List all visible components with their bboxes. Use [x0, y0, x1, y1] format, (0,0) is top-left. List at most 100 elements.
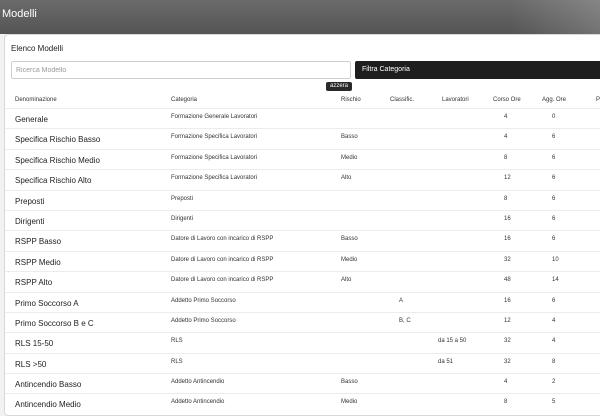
- model-update-hours: 2: [552, 379, 556, 386]
- model-course-hours: 32: [504, 358, 511, 365]
- models-table-body: Generale Formazione Generale Lavoratori 4 0…: [5, 108, 600, 414]
- header-workers[interactable]: Lavoratori: [442, 97, 469, 103]
- reset-button[interactable]: azzera: [326, 82, 353, 91]
- model-category: Addetto Primo Soccorso: [171, 317, 236, 324]
- model-risk: Basso: [341, 236, 358, 243]
- model-category: Formazione Specifica Lavoratori: [171, 134, 258, 141]
- table-row[interactable]: RSPP Medio Datore di Lavoro con incarico …: [5, 250, 600, 271]
- title-bar: Modelli: [0, 0, 600, 34]
- table-row[interactable]: RSPP Basso Datore di Lavoro con incarico …: [5, 230, 600, 250]
- model-category: Formazione Generale Lavoratori: [171, 114, 258, 120]
- model-name: Primo Soccorso A: [15, 298, 79, 308]
- model-update-hours: 6: [552, 195, 556, 202]
- model-category: Datore di Lavoro con incarico di RSPP: [171, 277, 274, 284]
- model-category: Formazione Specifica Lavoratori: [171, 154, 258, 161]
- model-update-hours: 6: [552, 134, 556, 141]
- header-update-hours[interactable]: Agg. Ore: [542, 97, 566, 103]
- model-update-hours: 6: [552, 215, 556, 222]
- model-update-hours: 4: [552, 338, 556, 345]
- model-update-hours: 6: [552, 236, 556, 243]
- model-risk: Medio: [341, 399, 358, 406]
- model-update-hours: 6: [552, 154, 556, 161]
- model-course-hours: 4: [504, 379, 508, 386]
- model-course-hours: 32: [504, 256, 511, 263]
- model-risk: Alto: [341, 175, 352, 182]
- model-workers: da 15 a 50: [438, 338, 467, 345]
- model-update-hours: 10: [552, 256, 559, 263]
- model-workers: da 51: [438, 358, 454, 365]
- model-name: Generale: [15, 115, 48, 124]
- header-course-hours[interactable]: Corso Ore: [493, 97, 521, 103]
- table-row[interactable]: Antincendio Basso Addetto Antincendio Bass…: [5, 373, 600, 393]
- table-row[interactable]: RSPP Alto Datore di Lavoro con incarico d…: [5, 271, 600, 291]
- table-row[interactable]: Primo Soccorso A Addetto Primo Soccorso A 1…: [5, 291, 600, 312]
- table-row[interactable]: Specifica Rischio Basso Formazione Specif…: [5, 128, 600, 148]
- table-header: Denominazione Categoria Rischio Classifi…: [5, 97, 600, 107]
- model-course-hours: 16: [504, 297, 511, 304]
- model-category: Datore di Lavoro con incarico di RSPP: [171, 256, 274, 263]
- model-category: Preposti: [171, 195, 194, 202]
- model-name: Specifica Rischio Medio: [15, 155, 100, 165]
- category-filter-button[interactable]: Filtra Categoria: [355, 61, 600, 79]
- model-category: Formazione Specifica Lavoratori: [171, 175, 258, 182]
- models-panel: Elenco Modelli Filtra Categoria azzera D…: [4, 34, 600, 416]
- model-risk: Basso: [341, 134, 358, 141]
- model-name: RSPP Basso: [15, 237, 62, 247]
- model-update-hours: 8: [552, 358, 556, 365]
- model-risk: Alto: [341, 277, 352, 284]
- panel-title: Elenco Modelli: [11, 44, 64, 53]
- table-row[interactable]: RLS >50 RLS da 51 32 8: [5, 352, 600, 373]
- model-course-hours: 4: [504, 134, 508, 141]
- model-category: RLS: [171, 338, 183, 345]
- model-course-hours: 4: [504, 114, 508, 120]
- model-classification: A: [399, 297, 404, 304]
- model-course-hours: 8: [504, 195, 508, 202]
- table-row[interactable]: Generale Formazione Generale Lavoratori 4 0: [5, 108, 600, 128]
- search-input[interactable]: [11, 61, 351, 79]
- model-risk: Medio: [341, 154, 358, 161]
- model-risk: Medio: [341, 256, 358, 263]
- header-p[interactable]: P: [596, 97, 600, 103]
- header-name[interactable]: Denominazione: [15, 97, 57, 103]
- table-row[interactable]: RLS 15-50 RLS da 15 a 50 32 4: [5, 332, 600, 352]
- model-course-hours: 12: [504, 175, 511, 182]
- table-row[interactable]: Specifica Rischio Alto Formazione Specifi…: [5, 169, 600, 189]
- model-course-hours: 8: [504, 154, 508, 161]
- model-update-hours: 0: [552, 114, 556, 120]
- model-classification: B, C: [399, 317, 411, 324]
- model-name: RLS 15-50: [15, 339, 54, 349]
- model-category: Addetto Antincendio: [171, 399, 225, 406]
- table-row[interactable]: Primo Soccorso B e C Addetto Primo Soccor…: [5, 311, 600, 332]
- model-category: Datore di Lavoro con incarico di RSPP: [171, 236, 274, 243]
- model-update-hours: 4: [552, 317, 556, 324]
- model-name: Antincendio Medio: [15, 400, 81, 410]
- model-category: Addetto Antincendio: [171, 379, 225, 386]
- model-course-hours: 48: [504, 277, 511, 284]
- model-course-hours: 32: [504, 338, 511, 345]
- model-name: Preposti: [15, 196, 45, 206]
- table-row[interactable]: Preposti Preposti 8 6: [5, 189, 600, 210]
- model-name: Antincendio Basso: [15, 380, 82, 390]
- header-category[interactable]: Categoria: [171, 97, 197, 103]
- model-course-hours: 16: [504, 215, 511, 222]
- model-category: Addetto Primo Soccorso: [171, 297, 236, 304]
- model-course-hours: 16: [504, 236, 511, 243]
- model-risk: Basso: [341, 379, 358, 386]
- header-classification[interactable]: Classific.: [390, 97, 414, 103]
- title-bar-highlight: [510, 0, 600, 34]
- model-name: Specifica Rischio Basso: [15, 135, 101, 145]
- header-risk[interactable]: Rischio: [341, 97, 361, 103]
- model-update-hours: 5: [552, 399, 556, 406]
- model-course-hours: 8: [504, 399, 508, 406]
- model-category: Dirigenti: [171, 215, 194, 222]
- model-update-hours: 6: [552, 175, 556, 182]
- table-row[interactable]: Antincendio Medio Addetto Antincendio Medi…: [5, 393, 600, 413]
- model-category: RLS: [171, 358, 183, 365]
- table-row[interactable]: Dirigenti Dirigenti 16 6: [5, 209, 600, 230]
- model-name: Primo Soccorso B e C: [15, 318, 94, 328]
- model-update-hours: 6: [552, 297, 556, 304]
- table-row[interactable]: Specifica Rischio Medio Formazione Specif…: [5, 148, 600, 169]
- model-update-hours: 14: [552, 277, 559, 284]
- model-name: RLS >50: [15, 359, 47, 369]
- model-course-hours: 12: [504, 317, 511, 324]
